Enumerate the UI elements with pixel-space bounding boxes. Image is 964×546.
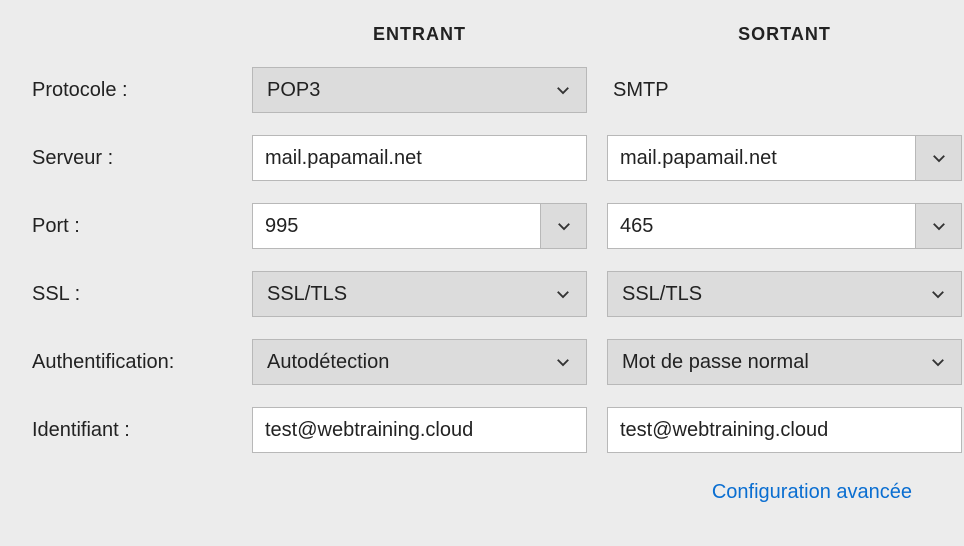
protocol-label: Protocole : <box>32 79 232 102</box>
chevron-down-icon <box>930 217 948 235</box>
outgoing-port-dropdown-button[interactable] <box>915 204 961 248</box>
incoming-protocol-select[interactable]: POP3 <box>252 67 587 113</box>
outgoing-auth-value: Mot de passe normal <box>622 351 809 374</box>
outgoing-ssl-select[interactable]: SSL/TLS <box>607 271 962 317</box>
outgoing-protocol-value: SMTP <box>607 79 962 102</box>
incoming-header: ENTRANT <box>252 24 587 45</box>
incoming-auth-select[interactable]: Autodétection <box>252 339 587 385</box>
footer: Configuration avancée <box>32 481 932 504</box>
outgoing-server-dropdown-button[interactable] <box>915 136 961 180</box>
chevron-down-icon <box>554 81 572 99</box>
incoming-username-input[interactable]: test@webtraining.cloud <box>252 407 587 453</box>
ssl-label: SSL : <box>32 283 232 306</box>
outgoing-auth-select[interactable]: Mot de passe normal <box>607 339 962 385</box>
outgoing-username-value: test@webtraining.cloud <box>620 419 828 442</box>
chevron-down-icon <box>929 285 947 303</box>
chevron-down-icon <box>930 149 948 167</box>
incoming-ssl-value: SSL/TLS <box>267 283 347 306</box>
incoming-username-value: test@webtraining.cloud <box>265 419 473 442</box>
incoming-server-input[interactable]: mail.papamail.net <box>252 135 587 181</box>
outgoing-port-value: 465 <box>608 204 915 248</box>
outgoing-server-value: mail.papamail.net <box>608 136 915 180</box>
incoming-server-value: mail.papamail.net <box>265 147 422 170</box>
server-label: Serveur : <box>32 147 232 170</box>
incoming-ssl-select[interactable]: SSL/TLS <box>252 271 587 317</box>
outgoing-ssl-value: SSL/TLS <box>622 283 702 306</box>
chevron-down-icon <box>554 353 572 371</box>
username-label: Identifiant : <box>32 419 232 442</box>
advanced-config-link[interactable]: Configuration avancée <box>712 481 912 504</box>
auth-label: Authentification: <box>32 351 232 374</box>
port-label: Port : <box>32 215 232 238</box>
chevron-down-icon <box>929 353 947 371</box>
incoming-auth-value: Autodétection <box>267 351 389 374</box>
chevron-down-icon <box>555 217 573 235</box>
outgoing-server-combo[interactable]: mail.papamail.net <box>607 135 962 181</box>
incoming-port-dropdown-button[interactable] <box>540 204 586 248</box>
chevron-down-icon <box>554 285 572 303</box>
outgoing-port-combo[interactable]: 465 <box>607 203 962 249</box>
outgoing-header: SORTANT <box>607 24 962 45</box>
incoming-protocol-value: POP3 <box>267 79 320 102</box>
mail-server-grid: ENTRANT SORTANT Protocole : POP3 SMTP Se… <box>32 24 932 453</box>
outgoing-username-input[interactable]: test@webtraining.cloud <box>607 407 962 453</box>
incoming-port-value: 995 <box>253 204 540 248</box>
incoming-port-combo[interactable]: 995 <box>252 203 587 249</box>
